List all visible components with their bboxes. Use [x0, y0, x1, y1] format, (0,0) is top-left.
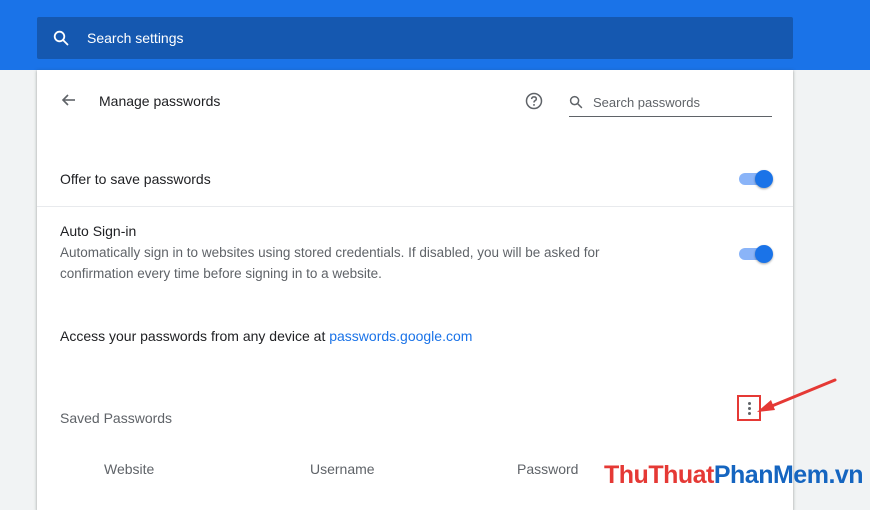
offer-to-save-toggle[interactable] — [737, 169, 773, 189]
search-icon — [569, 95, 583, 109]
watermark-part2: PhanMem — [713, 461, 829, 489]
passwords-google-link[interactable]: passwords.google.com — [329, 328, 472, 344]
manage-passwords-card: Manage passwords Offer to save passwords… — [37, 70, 793, 510]
auto-signin-title: Auto Sign-in — [60, 223, 137, 239]
column-header-username: Username — [310, 461, 375, 477]
dot — [747, 406, 751, 410]
divider — [37, 206, 793, 207]
offer-to-save-label: Offer to save passwords — [60, 171, 211, 187]
toggle-knob — [755, 245, 773, 263]
access-text: Access your passwords from any device at — [60, 328, 330, 344]
saved-passwords-heading: Saved Passwords — [60, 410, 173, 426]
dot — [747, 411, 751, 415]
help-circle-icon[interactable] — [525, 92, 543, 110]
watermark-part1: ThuThuat — [604, 461, 714, 489]
access-passwords-text: Access your passwords from any device at… — [60, 328, 472, 344]
top-bar: Search settings — [0, 0, 870, 70]
auto-signin-toggle[interactable] — [737, 244, 773, 264]
page-title: Manage passwords — [99, 93, 221, 109]
search-passwords-field — [569, 88, 772, 117]
toggle-knob — [755, 170, 773, 188]
page-header: Manage passwords — [37, 70, 793, 132]
search-icon — [53, 30, 69, 46]
search-settings-label: Search settings — [87, 30, 184, 46]
auto-signin-description: Automatically sign in to websites using … — [60, 245, 600, 281]
search-passwords-input[interactable] — [593, 94, 763, 110]
arrow-back-icon[interactable] — [59, 90, 79, 110]
watermark: ThuThuatPhanMem.vn — [604, 461, 864, 490]
annotation-arrow-icon — [757, 378, 837, 412]
search-settings-box[interactable]: Search settings — [37, 17, 793, 59]
column-header-password: Password — [517, 461, 579, 477]
dot — [747, 401, 751, 405]
column-header-website: Website — [104, 461, 155, 477]
watermark-part3: .vn — [828, 461, 864, 489]
